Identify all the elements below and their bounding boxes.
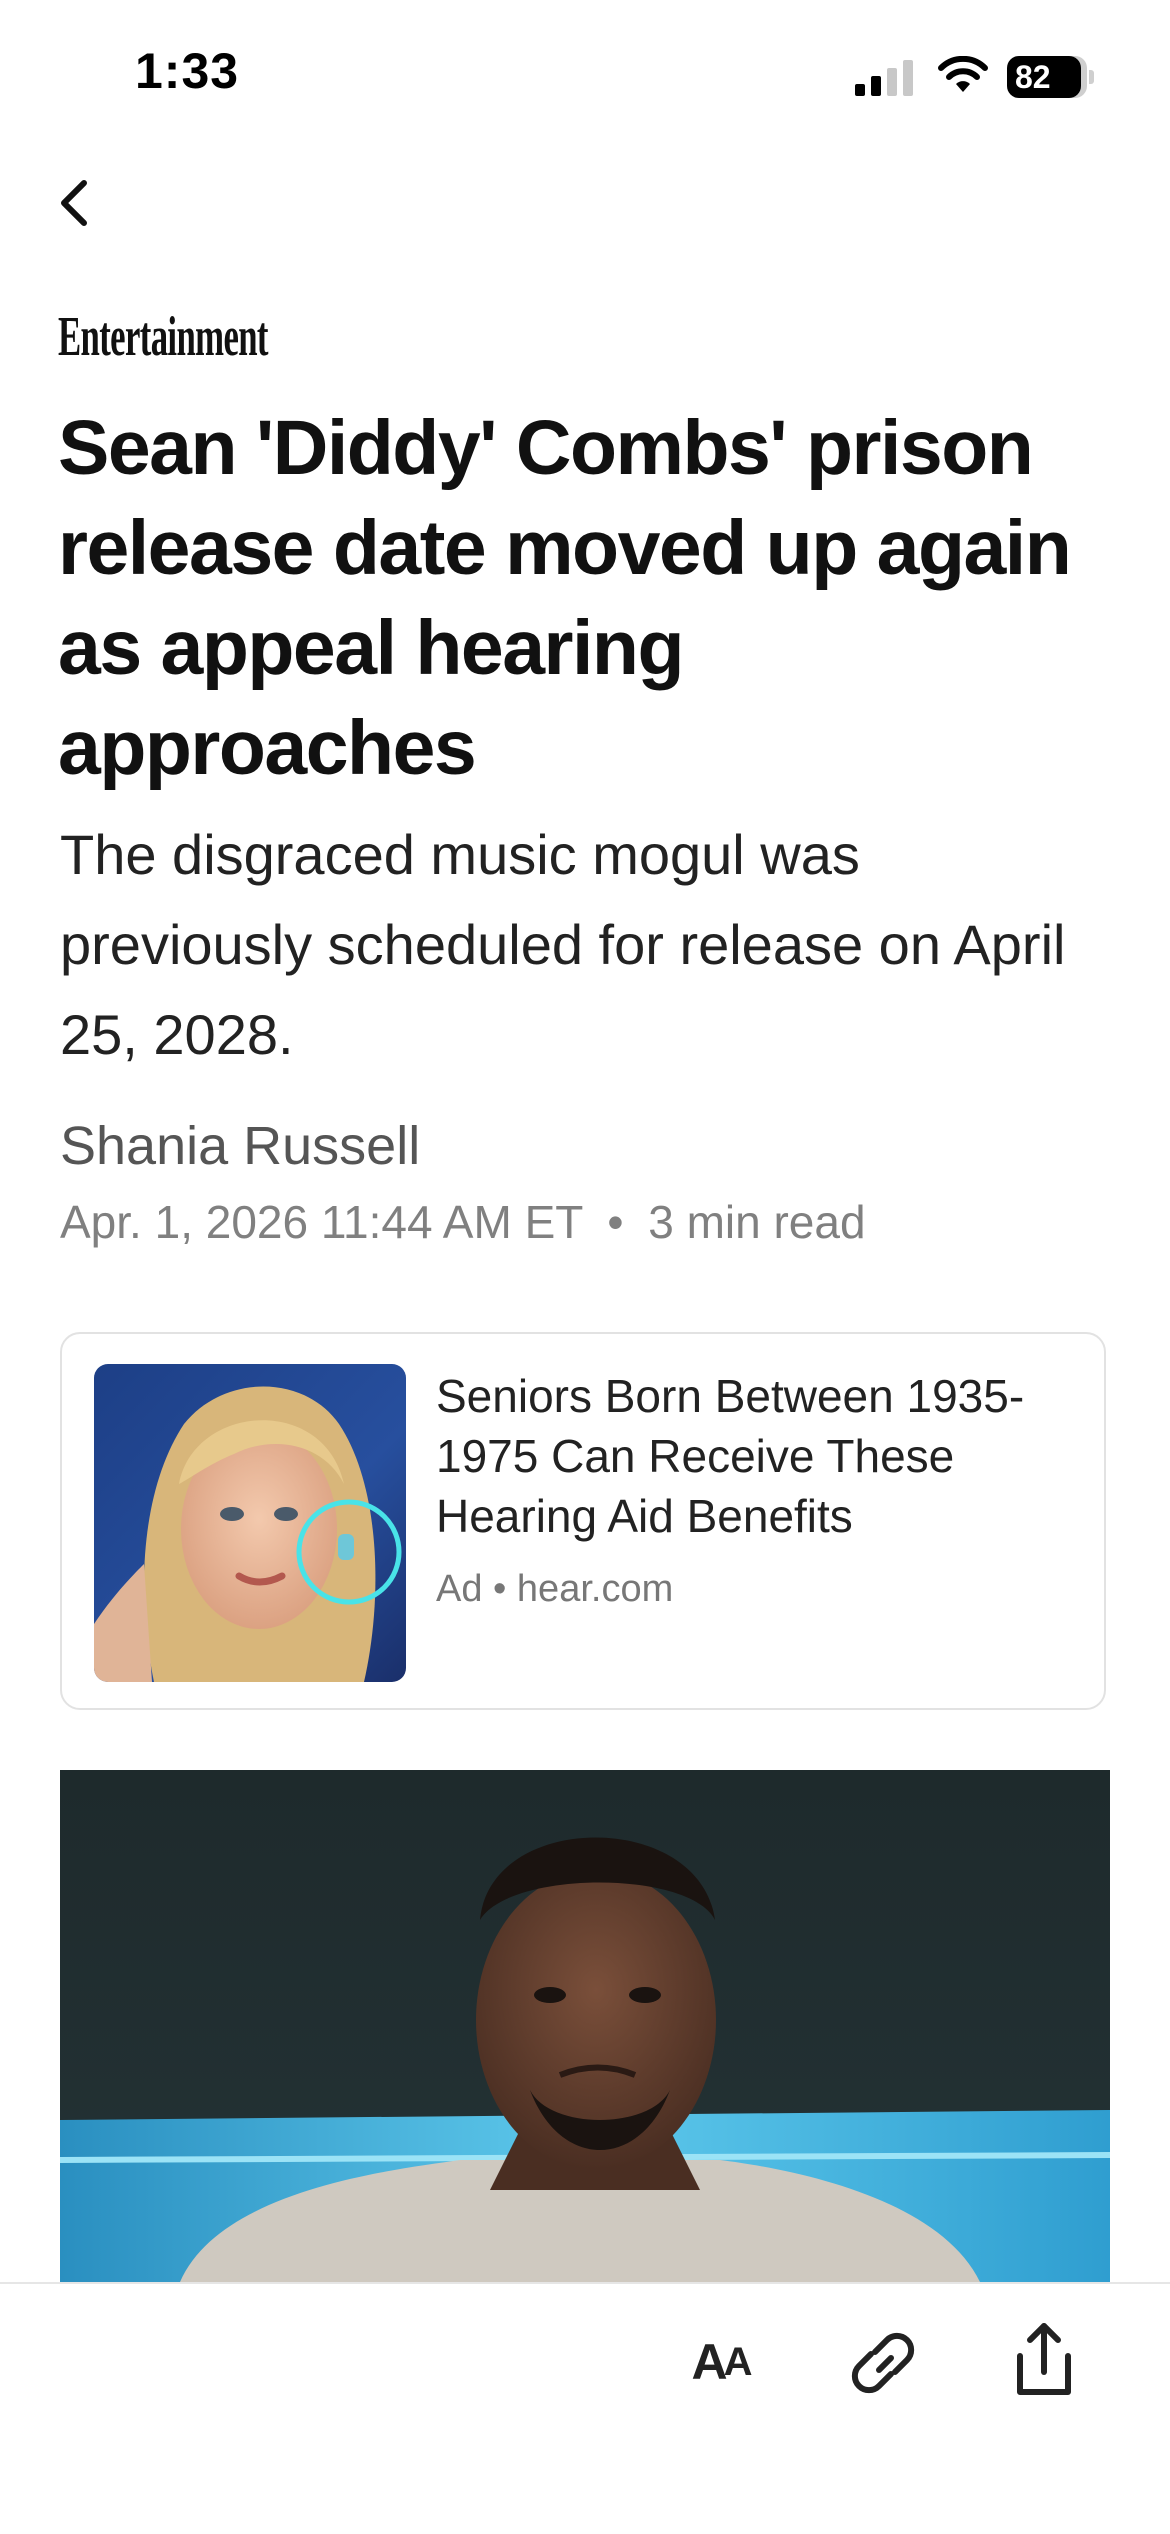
meta-separator: • — [607, 1196, 624, 1248]
ad-thumbnail[interactable] — [94, 1364, 406, 1682]
ad-label: Ad — [436, 1568, 483, 1610]
status-bar: 1:33 82 — [0, 0, 1170, 150]
article-hero-image[interactable] — [60, 1770, 1110, 2282]
article-subheadline: The disgraced music mogul was previously… — [60, 823, 1066, 1066]
ad-card[interactable]: Seniors Born Between 1935-1975 Can Recei… — [60, 1332, 1106, 1710]
author-name[interactable]: Shania Russell — [60, 1115, 420, 1177]
read-time: 3 min read — [648, 1196, 866, 1248]
ad-separator: • — [493, 1568, 507, 1610]
battery-percent: 82 — [1015, 59, 1051, 95]
chevron-left-icon[interactable] — [48, 175, 104, 231]
ad-meta: Ad • hear.com — [436, 1568, 673, 1611]
article-headline: Sean 'Diddy' Combs' prison release date … — [58, 405, 1072, 791]
publish-date: Apr. 1, 2026 11:44 AM ET — [60, 1196, 583, 1248]
text-size-label-large: A — [691, 2334, 728, 2390]
status-time: 1:33 — [135, 43, 240, 99]
bottom-toolbar: AA — [0, 2282, 1170, 2534]
text-size-label-small: A — [723, 2339, 753, 2384]
article-meta: Apr. 1, 2026 11:44 AM ET • 3 min read — [60, 1195, 866, 1249]
share-icon[interactable] — [996, 2312, 1092, 2408]
ad-title[interactable]: Seniors Born Between 1935-1975 Can Recei… — [436, 1366, 1076, 1546]
wifi-icon — [938, 56, 988, 92]
ad-source[interactable]: hear.com — [517, 1568, 673, 1610]
publisher-logo[interactable]: Entertainment — [58, 305, 268, 369]
battery-icon: 82 — [1007, 56, 1094, 100]
cellular-signal-icon — [855, 60, 913, 96]
link-icon[interactable] — [835, 2314, 931, 2410]
text-size-icon[interactable]: AA — [672, 2314, 768, 2410]
